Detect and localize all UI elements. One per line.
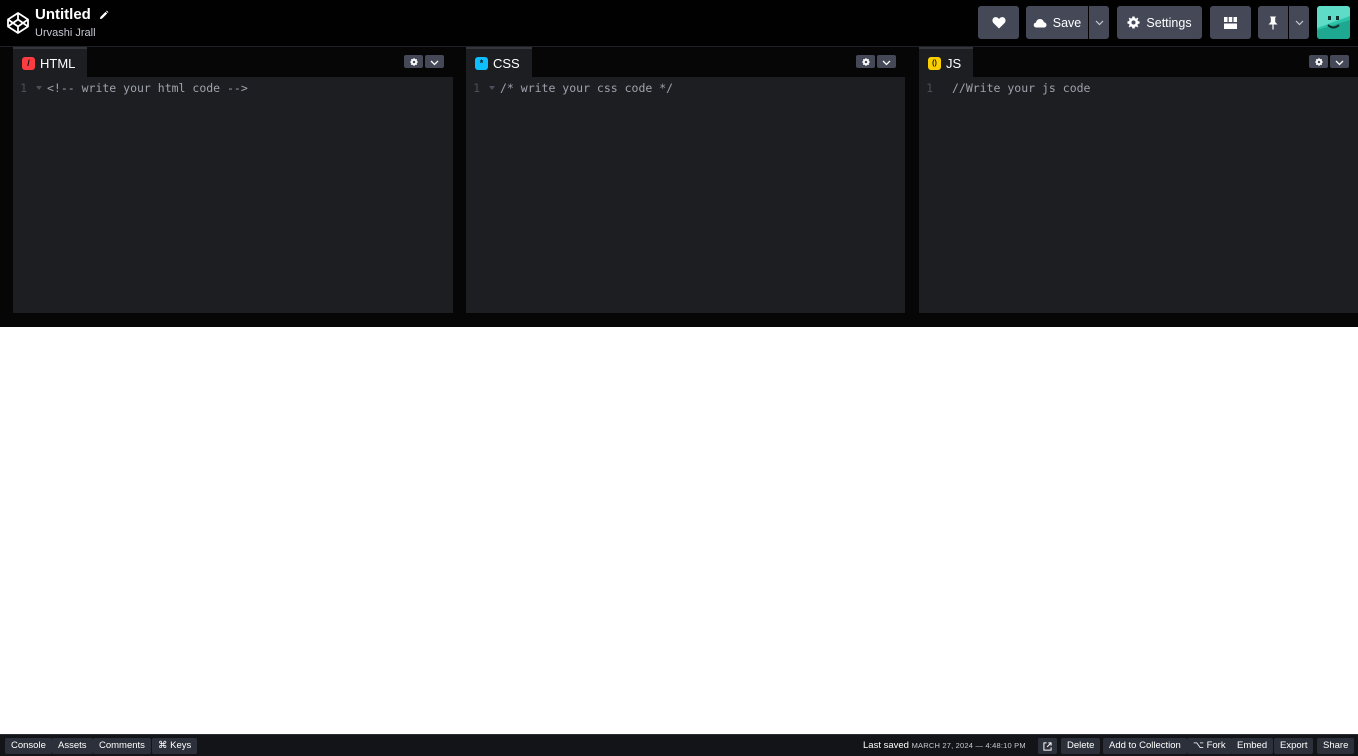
open-external-button[interactable] — [1038, 738, 1057, 754]
pencil-icon[interactable] — [98, 8, 109, 26]
chevron-down-icon — [430, 53, 439, 71]
css-code-text[interactable]: /* write your css code */ — [500, 80, 673, 96]
save-options-button[interactable] — [1089, 6, 1109, 39]
cloud-icon — [1033, 18, 1047, 28]
css-pane-header: * CSS — [466, 47, 905, 77]
love-button[interactable] — [978, 6, 1019, 39]
last-saved-timestamp: MARCH 27, 2024 — 4:48:10 PM — [911, 741, 1026, 750]
comments-button[interactable]: Comments — [93, 738, 151, 754]
settings-button[interactable]: Settings — [1117, 6, 1202, 39]
line-number: 1 — [473, 81, 480, 95]
delete-button[interactable]: Delete — [1061, 738, 1101, 754]
console-button[interactable]: Console — [5, 738, 52, 754]
tab-js[interactable]: () JS — [919, 47, 974, 77]
tab-css[interactable]: * CSS — [466, 47, 532, 77]
html-settings-button[interactable] — [404, 55, 423, 68]
html-pane-header: / HTML — [13, 47, 453, 77]
pen-title-block: Untitled Urvashi Jrall — [35, 6, 109, 40]
settings-label: Settings — [1146, 15, 1192, 30]
js-pane-header: () JS — [919, 47, 1358, 77]
css-editor-pane: * CSS 1 /* write your css code */ — [466, 47, 905, 313]
css-settings-button[interactable] — [856, 55, 875, 68]
html-code-text[interactable]: <!-- write your html code --> — [47, 80, 248, 96]
chevron-down-icon — [882, 53, 891, 71]
css-collapse-button[interactable] — [877, 55, 896, 68]
js-collapse-button[interactable] — [1330, 55, 1349, 68]
preview-iframe[interactable] — [0, 327, 1358, 734]
change-view-button[interactable] — [1210, 6, 1251, 39]
pin-icon — [1268, 16, 1278, 30]
js-code-line[interactable]: 1 //Write your js code — [919, 80, 1358, 100]
tab-js-label: JS — [946, 55, 962, 71]
keys-button[interactable]: ⌘ Keys — [152, 738, 198, 754]
pin-options-button[interactable] — [1289, 6, 1309, 39]
bottom-bar: Console Assets Comments ⌘ Keys Last save… — [0, 734, 1358, 756]
save-label: Save — [1052, 15, 1082, 30]
export-button[interactable]: Export — [1274, 738, 1314, 754]
last-saved-status: Last saved MARCH 27, 2024 — 4:48:10 PM — [863, 738, 1026, 754]
js-editor-pane: () JS 1 //Write your js code — [919, 47, 1358, 313]
html-icon: / — [22, 56, 35, 70]
layout-grid-icon — [1224, 16, 1237, 29]
share-button[interactable]: Share — [1317, 738, 1355, 754]
add-to-collection-button[interactable]: Add to Collection — [1103, 738, 1187, 754]
css-code-line[interactable]: 1 /* write your css code */ — [466, 80, 905, 100]
line-number: 1 — [926, 81, 933, 95]
gear-icon — [409, 53, 418, 71]
tab-html-label: HTML — [40, 55, 76, 71]
assets-button[interactable]: Assets — [52, 738, 93, 754]
gear-icon — [1314, 53, 1323, 71]
external-link-icon — [1038, 738, 1057, 754]
pin-button[interactable] — [1258, 6, 1288, 39]
js-settings-button[interactable] — [1309, 55, 1328, 68]
gear-icon — [1127, 16, 1140, 29]
heart-icon — [991, 16, 1006, 29]
chevron-down-icon — [1295, 20, 1304, 26]
tab-css-label: CSS — [493, 55, 520, 71]
user-avatar[interactable] — [1317, 6, 1350, 39]
html-code-line[interactable]: 1 <!-- write your html code --> — [13, 80, 453, 100]
pen-author[interactable]: Urvashi Jrall — [35, 27, 109, 40]
html-editor-pane: / HTML 1 <!-- write your html code --> — [13, 47, 453, 313]
fold-arrow-icon[interactable] — [489, 86, 495, 90]
js-code-text[interactable]: //Write your js code — [952, 80, 1090, 96]
top-header: Untitled Urvashi Jrall Save Settings — [0, 0, 1358, 47]
save-button[interactable]: Save — [1026, 6, 1088, 39]
fold-arrow-icon[interactable] — [36, 86, 42, 90]
js-icon: () — [928, 56, 941, 70]
chevron-down-icon — [1095, 20, 1104, 26]
codepen-logo-icon[interactable] — [6, 11, 30, 35]
pen-title[interactable]: Untitled — [35, 6, 91, 23]
fork-button[interactable]: ⌥ Fork — [1187, 738, 1232, 754]
editor-area: / HTML 1 <!-- write your html code --> *… — [0, 47, 1358, 327]
html-collapse-button[interactable] — [425, 55, 444, 68]
chevron-down-icon — [1335, 53, 1344, 71]
tab-html[interactable]: / HTML — [13, 47, 88, 77]
embed-button[interactable]: Embed — [1231, 738, 1274, 754]
last-saved-label: Last saved — [863, 740, 909, 751]
gear-icon — [861, 53, 870, 71]
css-icon: * — [475, 56, 488, 70]
line-number: 1 — [20, 81, 27, 95]
